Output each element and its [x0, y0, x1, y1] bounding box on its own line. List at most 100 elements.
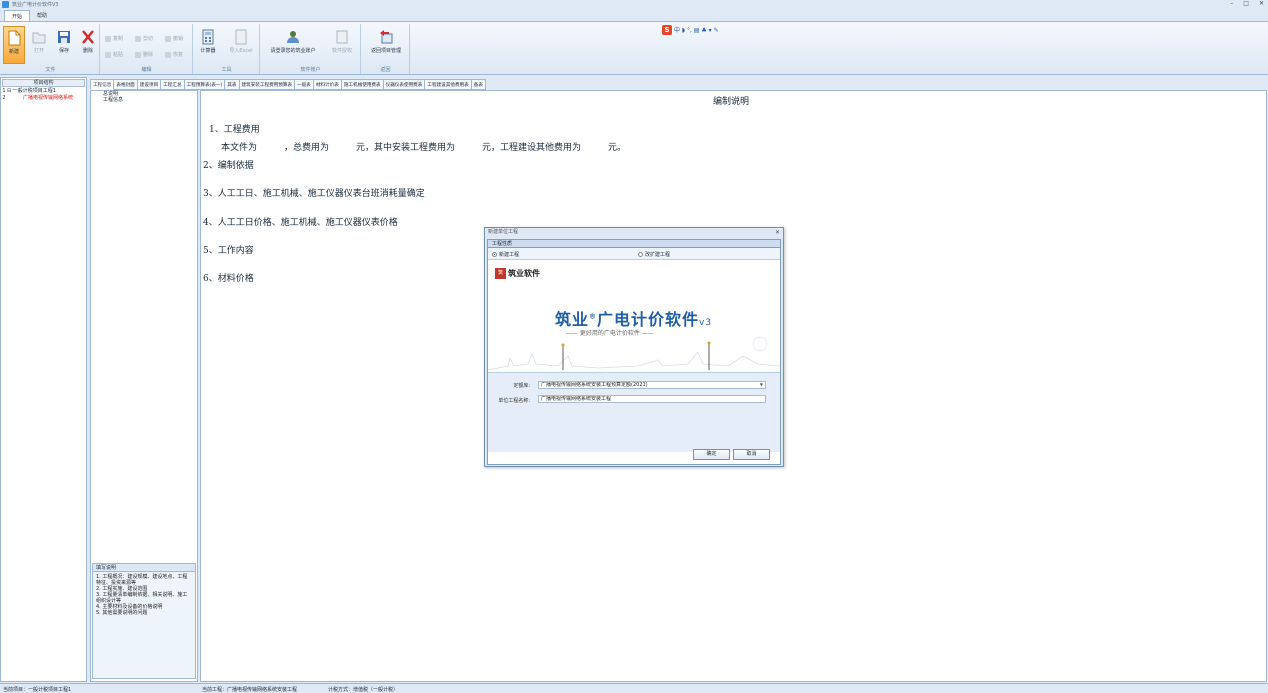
save-button[interactable]: 保存 [53, 26, 75, 64]
doc-item-3: 3、人工工日、施工机械、施工仪器仪表台班消耗量确定 [203, 189, 425, 199]
radio-selected-icon [492, 252, 497, 257]
tree-item-unit[interactable]: 2 广播电视传输网络系统 [1, 95, 86, 102]
radio-new-project[interactable]: 新建工程 [492, 251, 519, 258]
doc-tab[interactable]: 建筑安装工程费用预算表 [238, 79, 296, 90]
project-tree-header: 项目结构 [2, 79, 85, 87]
save-icon [57, 29, 71, 45]
doc-tab[interactable]: 工程预算表(表一) [183, 79, 226, 90]
back-label: 返回项目管理 [370, 48, 401, 54]
dialog-close-icon[interactable]: ✕ [775, 228, 780, 237]
product-title: 筑业®广电计价软件v3 [555, 310, 713, 329]
open-button-label: 打开 [33, 48, 44, 54]
doc-tab[interactable]: 工程汇总 [160, 79, 185, 90]
window-controls: – □ ✕ [1230, 0, 1264, 7]
import-excel-label: 导入Excel [229, 48, 253, 54]
new-button[interactable]: 新建 [3, 26, 25, 64]
file-group-label: 文件 [45, 67, 56, 73]
auth-button[interactable]: 软件授权 [327, 26, 357, 64]
tools-group-label: 工具 [221, 67, 232, 73]
dialog-body: 工程性质 新建工程 改扩建工程 筑 筑业软件 筑业®广电计价软件v3 —— 更好… [487, 239, 781, 465]
doc-tab[interactable]: 材料计价表 [312, 79, 342, 90]
back-arrow-icon [379, 29, 393, 45]
cut-label: 剪切 [143, 36, 154, 42]
tab-start[interactable]: 开始 [4, 10, 31, 21]
brand-text: 筑业 [555, 310, 590, 329]
excel-icon [234, 29, 248, 45]
doc-tab[interactable]: 备表 [470, 79, 486, 90]
doc-item-5: 5、工作内容 [203, 246, 254, 256]
import-excel-button[interactable]: 导入Excel [224, 26, 258, 64]
section-item-info[interactable]: 工程信息 [91, 97, 197, 103]
edit-group-label: 编辑 [141, 67, 152, 73]
maximize-button[interactable]: □ [1243, 0, 1249, 7]
status-current: 当前工程：广播电视传输网络系统安装工程 [202, 687, 298, 693]
redo-button[interactable]: 恢复 [165, 51, 183, 58]
new-button-label: 新建 [8, 49, 19, 55]
copy-label: 复制 [113, 36, 124, 42]
tree-item-project[interactable]: 1 ⊟ 一般计税项目工程1 [1, 88, 86, 95]
doc-tab[interactable]: 其表 [224, 79, 240, 90]
new-file-icon [7, 30, 21, 46]
doc-tab[interactable]: 一般表 [294, 79, 314, 90]
undo-label: 撤销 [173, 36, 184, 42]
new-unit-project-dialog: 新建单位工程 ✕ 工程性质 新建工程 改扩建工程 筑 筑业软件 筑业®广电计价软… [484, 227, 784, 467]
product-name: 广电计价软件 [597, 310, 700, 329]
remove-button[interactable]: 删除 [135, 51, 153, 58]
undo-button[interactable]: 撤销 [165, 35, 183, 42]
doc-tab[interactable]: 工程信息 [90, 79, 115, 90]
minimize-button[interactable]: – [1230, 0, 1233, 7]
users-icon [286, 29, 300, 45]
standard-label: 定额库: [513, 383, 530, 389]
cut-button[interactable]: 剪切 [135, 35, 153, 42]
paste-button[interactable]: 粘贴 [105, 51, 123, 58]
doc-tab[interactable]: 施工机械使用费表 [340, 79, 384, 90]
dialog-subheader: 工程性质 [488, 240, 780, 248]
radio-new-label: 新建工程 [499, 252, 520, 258]
delete-button[interactable]: 删除 [77, 26, 99, 64]
standard-select[interactable]: 广播电视传输网络系统安装工程预算定额(2021) ▼ [538, 381, 766, 389]
document-title: 编制说明 [713, 97, 750, 107]
auth-label: 软件授权 [331, 48, 352, 54]
doc-tab[interactable]: 工程建设其他费用表 [424, 79, 472, 90]
ime-toolbar[interactable]: S 中 ◗ °, ▤ ♣ ▾ ✎ [662, 24, 752, 35]
doc-tab[interactable]: 表格封面 [113, 79, 138, 90]
title-bar: 筑业广电计价软件V3 – □ ✕ [0, 0, 1268, 9]
calculator-icon [201, 29, 215, 45]
skyline-illustration [488, 336, 780, 371]
edit-group: 复制 粘贴 剪切 删除 撤销 恢复 编辑 [101, 24, 193, 74]
save-button-label: 保存 [58, 48, 69, 54]
unit-name-input[interactable]: 广播电视传输网络系统安装工程 [538, 395, 766, 403]
calculator-button[interactable]: 计算器 [196, 26, 220, 64]
status-bar: 当前项目：一般计税项目工程1 当前工程：广播电视传输网络系统安装工程 计税方式：… [0, 683, 1268, 693]
ok-button[interactable]: 确定 [693, 449, 730, 460]
file-group: 新建 打开 保存 删除 文件 [2, 24, 100, 74]
license-icon [335, 29, 349, 45]
login-button[interactable]: 请登录您的筑业账户 [263, 26, 323, 64]
notes-header: 填写说明 [93, 564, 195, 572]
dialog-form: 定额库: 广播电视传输网络系统安装工程预算定额(2021) ▼ 单位工程名称: … [488, 372, 780, 452]
return-group-label: 返回 [380, 67, 391, 73]
doc-tab[interactable]: 仪器仪表使用费表 [382, 79, 426, 90]
radio-expand-label: 改扩建工程 [645, 252, 671, 258]
open-button[interactable]: 打开 [28, 26, 50, 64]
close-window-button[interactable]: ✕ [1259, 0, 1264, 7]
radio-expand-project[interactable]: 改扩建工程 [638, 251, 670, 258]
back-to-projects-button[interactable]: 返回项目管理 [364, 26, 408, 64]
folder-icon [32, 29, 46, 45]
return-group: 返回项目管理 返回 [362, 24, 410, 74]
copy-button[interactable]: 复制 [105, 35, 123, 42]
status-tax: 计税方式：增值税（一般计税） [328, 687, 399, 693]
cut-icon [135, 35, 141, 42]
product-version: v3 [699, 318, 713, 328]
delete-button-label: 删除 [82, 48, 93, 54]
cancel-button[interactable]: 取消 [733, 449, 770, 460]
account-group: 请登录您的筑业账户 软件授权 软件账户 [261, 24, 361, 74]
doc-item-6: 6、材料价格 [203, 274, 254, 284]
unit-name-value: 广播电视传输网络系统安装工程 [541, 396, 612, 402]
tab-help[interactable]: 帮助 [30, 10, 54, 21]
doc-tab[interactable]: 建设项目 [136, 79, 162, 90]
notes-body: 1. 工程概况：建设规模、建设地点、工程特征、投资来源等 2. 工程实施、建设范… [93, 572, 195, 618]
login-label: 请登录您的筑业账户 [270, 48, 316, 54]
project-tree-panel: 项目结构 1 ⊟ 一般计税项目工程1 2 广播电视传输网络系统 [0, 77, 87, 682]
document-tabs: 工程信息 表格封面 建设项目 工程汇总 工程预算表(表一) 其表 建筑安装工程费… [90, 79, 1268, 90]
